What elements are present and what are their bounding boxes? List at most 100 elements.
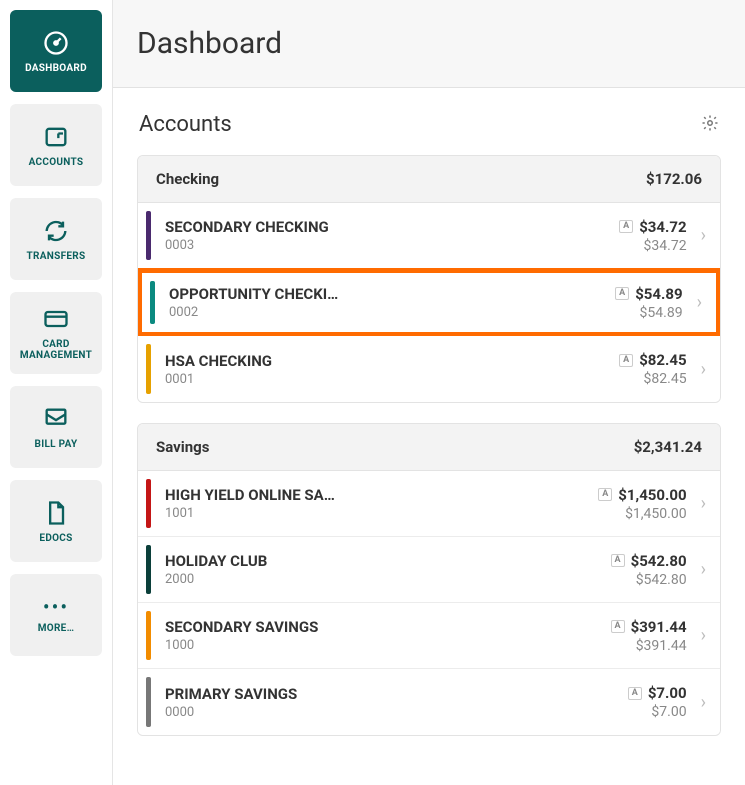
account-balances: A $1,450.00 $1,450.00 — [598, 486, 692, 522]
nav-label: TRANSFERS — [27, 251, 86, 262]
group-name: Savings — [156, 438, 209, 456]
account-balance: $1,450.00 — [618, 486, 686, 504]
account-number: 0001 — [165, 372, 609, 387]
account-name: SECONDARY SAVINGS — [165, 618, 601, 636]
nav-label: CARD MANAGEMENT — [10, 339, 102, 361]
available-badge: A — [619, 354, 633, 367]
content: Accounts Checking $172.06 SECONDARY CHEC… — [113, 88, 745, 756]
nav-more[interactable]: ••• MORE… — [10, 574, 102, 656]
account-right: A $391.44 $391.44 › — [611, 603, 720, 668]
nav-edocs[interactable]: EDOCS — [10, 480, 102, 562]
account-name: PRIMARY SAVINGS — [165, 685, 618, 703]
account-info: HSA CHECKING 0001 — [151, 336, 619, 402]
account-right: A $82.45 $82.45 › — [619, 336, 720, 402]
account-number: 0000 — [165, 705, 618, 720]
account-info: SECONDARY SAVINGS 1000 — [151, 603, 611, 668]
account-group-checking: Checking $172.06 SECONDARY CHECKING 0003… — [137, 155, 721, 403]
accounts-title-row: Accounts — [139, 112, 719, 137]
account-available: $54.89 — [615, 305, 682, 321]
account-row[interactable]: HOLIDAY CLUB 2000 A $542.80 $542.80 › — [138, 537, 720, 603]
group-total: $2,341.24 — [634, 438, 702, 456]
account-info: HIGH YIELD ONLINE SA… 1001 — [151, 471, 598, 536]
account-name: HIGH YIELD ONLINE SA… — [165, 486, 588, 504]
accounts-section-title: Accounts — [139, 112, 232, 137]
account-row[interactable]: OPPORTUNITY CHECKI… 0002 A $54.89 $54.89… — [137, 268, 721, 337]
nav-label: ACCOUNTS — [29, 157, 84, 168]
account-balance: $54.89 — [635, 285, 682, 303]
page-header: Dashboard — [113, 0, 745, 88]
chevron-right-icon: › — [693, 359, 714, 380]
account-available: $82.45 — [619, 371, 686, 387]
account-right: A $1,450.00 $1,450.00 › — [598, 471, 720, 536]
edocs-icon — [42, 499, 70, 527]
nav-label: BILL PAY — [35, 439, 78, 450]
account-number: 0002 — [169, 305, 605, 320]
transfers-icon — [42, 217, 70, 245]
nav-bill-pay[interactable]: BILL PAY — [10, 386, 102, 468]
account-balances: A $391.44 $391.44 — [611, 618, 693, 654]
account-info: SECONDARY CHECKING 0003 — [151, 203, 619, 268]
nav-accounts[interactable]: ACCOUNTS — [10, 104, 102, 186]
account-info: HOLIDAY CLUB 2000 — [151, 537, 611, 602]
account-balances: A $54.89 $54.89 — [615, 285, 688, 321]
gear-icon[interactable] — [701, 114, 719, 136]
group-header: Savings $2,341.24 — [138, 424, 720, 471]
account-row[interactable]: SECONDARY SAVINGS 1000 A $391.44 $391.44… — [138, 603, 720, 669]
account-name: OPPORTUNITY CHECKI… — [169, 285, 605, 303]
account-number: 1000 — [165, 638, 601, 653]
account-available: $34.72 — [619, 238, 686, 254]
account-balance: $82.45 — [639, 351, 686, 369]
account-right: A $542.80 $542.80 › — [611, 537, 720, 602]
nav-transfers[interactable]: TRANSFERS — [10, 198, 102, 280]
account-number: 1001 — [165, 506, 588, 521]
main-area: Dashboard Accounts Checking $172.06 SECO… — [112, 0, 745, 785]
nav-card-management[interactable]: CARD MANAGEMENT — [10, 292, 102, 374]
available-badge: A — [611, 620, 625, 633]
account-group-savings: Savings $2,341.24 HIGH YIELD ONLINE SA… … — [137, 423, 721, 736]
account-info: PRIMARY SAVINGS 0000 — [151, 669, 628, 735]
group-total: $172.06 — [646, 170, 702, 188]
account-row[interactable]: SECONDARY CHECKING 0003 A $34.72 $34.72 … — [138, 203, 720, 269]
chevron-right-icon: › — [689, 292, 710, 313]
available-badge: A — [628, 687, 642, 700]
available-badge: A — [615, 287, 629, 300]
account-name: SECONDARY CHECKING — [165, 218, 609, 236]
nav-label: DASHBOARD — [25, 63, 87, 74]
account-balances: A $34.72 $34.72 — [619, 218, 692, 254]
page-title: Dashboard — [137, 26, 721, 61]
nav-label: EDOCS — [39, 533, 72, 544]
account-balances: A $7.00 $7.00 — [628, 684, 693, 720]
account-row[interactable]: HSA CHECKING 0001 A $82.45 $82.45 › — [138, 336, 720, 402]
account-balance: $391.44 — [631, 618, 687, 636]
dashboard-icon — [42, 29, 70, 57]
chevron-right-icon: › — [693, 692, 714, 713]
card-icon — [42, 305, 70, 333]
available-badge: A — [611, 554, 625, 567]
account-right: A $7.00 $7.00 › — [628, 669, 720, 735]
account-balances: A $82.45 $82.45 — [619, 351, 692, 387]
account-available: $542.80 — [611, 572, 687, 588]
group-name: Checking — [156, 170, 219, 188]
nav-dashboard[interactable]: DASHBOARD — [10, 10, 102, 92]
account-right: A $54.89 $54.89 › — [615, 273, 716, 332]
account-number: 2000 — [165, 572, 601, 587]
account-balances: A $542.80 $542.80 — [611, 552, 693, 588]
chevron-right-icon: › — [693, 493, 714, 514]
account-row[interactable]: HIGH YIELD ONLINE SA… 1001 A $1,450.00 $… — [138, 471, 720, 537]
account-balance: $34.72 — [639, 218, 686, 236]
group-header: Checking $172.06 — [138, 156, 720, 203]
account-name: HOLIDAY CLUB — [165, 552, 601, 570]
chevron-right-icon: › — [693, 225, 714, 246]
billpay-icon — [42, 405, 70, 433]
account-available: $7.00 — [628, 704, 687, 720]
sidebar: DASHBOARD ACCOUNTS TRANSFERS CARD MANAGE… — [0, 0, 112, 785]
account-row[interactable]: PRIMARY SAVINGS 0000 A $7.00 $7.00 › — [138, 669, 720, 735]
available-badge: A — [619, 220, 633, 233]
account-balance: $542.80 — [631, 552, 687, 570]
more-icon: ••• — [43, 597, 69, 617]
account-name: HSA CHECKING — [165, 352, 609, 370]
nav-label: MORE… — [38, 623, 75, 634]
account-available: $1,450.00 — [598, 506, 686, 522]
chevron-right-icon: › — [693, 625, 714, 646]
account-right: A $34.72 $34.72 › — [619, 203, 720, 268]
